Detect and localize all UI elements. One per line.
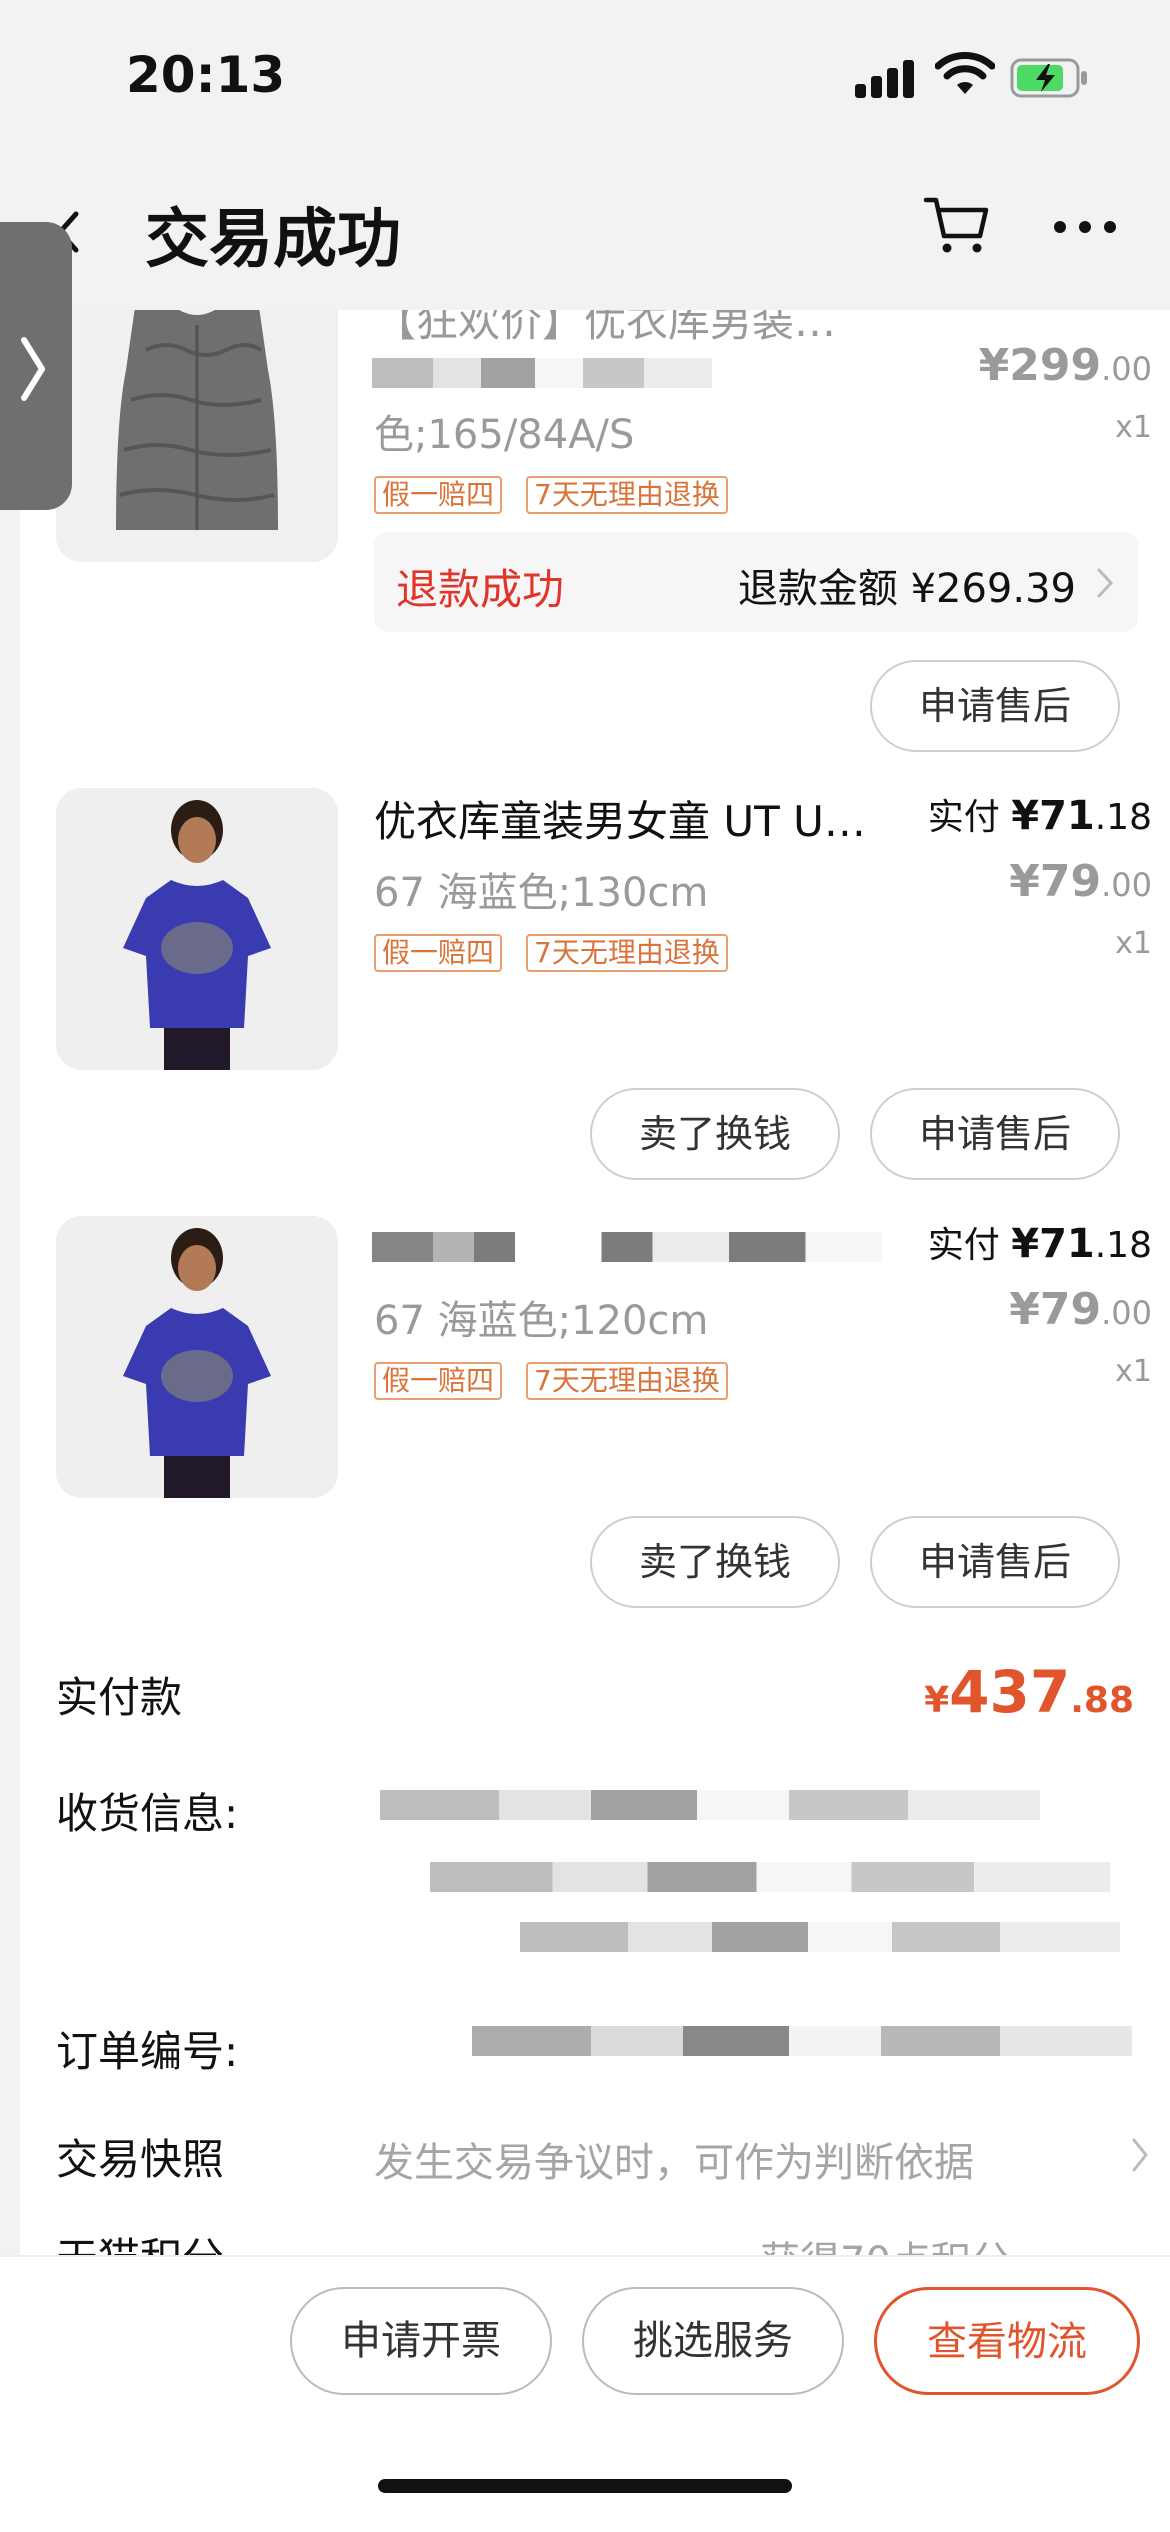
quantity: x1 — [1115, 926, 1152, 961]
product-spec: 67 海蓝色;120cm — [374, 1298, 709, 1344]
resell-button[interactable]: 卖了换钱 — [590, 1516, 840, 1608]
order-number-label: 订单编号: — [56, 2027, 239, 2076]
points-text[interactable]: 获得70点积分 — [760, 2229, 1011, 2255]
chevron-right-icon — [1132, 2138, 1148, 2172]
tag-counterfeit-guarantee: 假一赔四 — [374, 1362, 503, 1400]
product-spec: 67 海蓝色;130cm — [374, 870, 709, 916]
product-name-vest[interactable]: 【狂欢价】优衣库男装… — [374, 310, 836, 349]
original-price: ¥79.00 — [1009, 1284, 1152, 1335]
redacted-text — [372, 358, 712, 388]
product-spec: 色;165/84A/S — [374, 412, 635, 458]
refund-info[interactable]: 退款成功 退款金额 ¥269.39 — [374, 532, 1138, 632]
cart-icon[interactable] — [922, 190, 992, 260]
cellular-signal-icon — [855, 58, 915, 98]
status-time: 20:13 — [126, 46, 286, 104]
original-price: ¥79.00 — [1009, 856, 1152, 907]
tag-free-return: 7天无理由退换 — [526, 476, 728, 514]
home-indicator — [378, 2479, 792, 2493]
page-title: 交易成功 — [145, 203, 401, 277]
invoice-button[interactable]: 申请开票 — [290, 2287, 552, 2395]
nav-bar: 交易成功 — [0, 150, 1170, 310]
quantity: x1 — [1115, 410, 1152, 445]
quantity: x1 — [1115, 1354, 1152, 1389]
product-image-tshirt[interactable] — [56, 788, 338, 1070]
paid-price: 实付 ¥71.18 — [927, 793, 1152, 839]
chevron-right-icon — [1097, 568, 1114, 598]
more-icon[interactable] — [1050, 212, 1120, 242]
resell-button[interactable]: 卖了换钱 — [590, 1088, 840, 1180]
battery-charging-icon — [1010, 58, 1087, 98]
original-price: ¥299.00 — [978, 340, 1152, 391]
total-label: 实付款 — [56, 1673, 183, 1722]
bottom-action-bar: 申请开票 挑选服务 查看物流 — [0, 2255, 1170, 2532]
product-name-tshirt[interactable]: 优衣库童装男女童 UT U… — [374, 788, 866, 849]
tag-counterfeit-guarantee: 假一赔四 — [374, 476, 503, 514]
shipping-label: 收货信息: — [56, 1789, 239, 1838]
tag-free-return: 7天无理由退换 — [526, 934, 728, 972]
chevron-right-icon — [21, 337, 45, 401]
redacted-address — [380, 1790, 1040, 1820]
tag-free-return: 7天无理由退换 — [526, 1362, 728, 1400]
redacted-address — [430, 1862, 1110, 1892]
wifi-icon — [935, 52, 995, 94]
refund-status: 退款成功 — [396, 565, 565, 614]
order-detail-card: 【狂欢价】优衣库男装… 色;165/84A/S ¥299.00 x1 假一赔四 … — [20, 310, 1170, 2255]
after-sale-button[interactable]: 申请售后 — [870, 660, 1120, 752]
product-image-tshirt[interactable] — [56, 1216, 338, 1498]
side-drawer-handle[interactable] — [0, 222, 72, 510]
total-amount: ¥437.88 — [924, 1658, 1134, 1726]
redacted-product-name — [372, 1232, 882, 1262]
status-bar: 20:13 — [0, 0, 1170, 150]
snapshot-description[interactable]: 发生交易争议时，可作为判断依据 — [374, 2130, 974, 2188]
refund-amount: 退款金额 ¥269.39 — [737, 566, 1076, 612]
after-sale-button[interactable]: 申请售后 — [870, 1516, 1120, 1608]
tag-counterfeit-guarantee: 假一赔四 — [374, 934, 503, 972]
view-logistics-button[interactable]: 查看物流 — [874, 2287, 1140, 2395]
redacted-address — [520, 1922, 1120, 1952]
product-image-vest[interactable] — [56, 310, 338, 562]
snapshot-label: 交易快照 — [56, 2135, 225, 2184]
select-service-button[interactable]: 挑选服务 — [582, 2287, 844, 2395]
paid-price: 实付 ¥71.18 — [927, 1221, 1152, 1267]
redacted-order-number — [472, 2026, 1132, 2056]
after-sale-button[interactable]: 申请售后 — [870, 1088, 1120, 1180]
points-label: 天猫积分 — [56, 2225, 224, 2255]
